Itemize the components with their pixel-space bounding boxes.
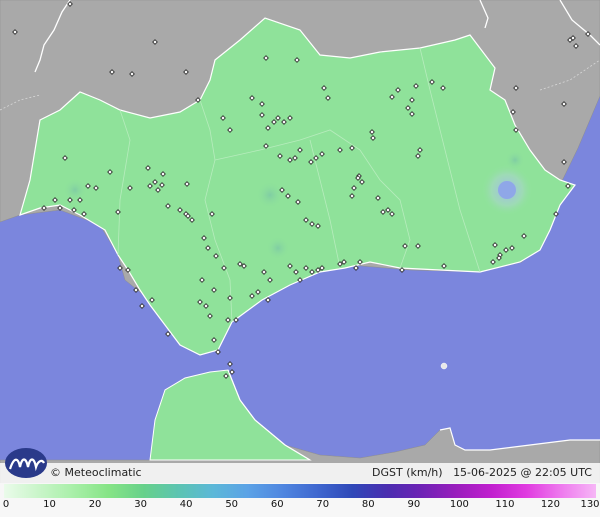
color-legend: 0 10 20 30 40 50 60 70 80 90 100 110 120 130 bbox=[0, 483, 600, 517]
datetime-label: 15-06-2025 @ 22:05 UTC bbox=[453, 466, 592, 479]
legend-tick-label: 80 bbox=[361, 499, 375, 510]
wind-gust-map bbox=[0, 0, 600, 517]
legend-tick-label: 0 bbox=[2, 499, 10, 510]
gust-hotspot bbox=[63, 178, 87, 202]
gust-hotspot bbox=[498, 181, 516, 199]
legend-tick-label: 130 bbox=[580, 499, 600, 510]
variable-label: DGST (km/h) bbox=[372, 466, 443, 479]
legend-tick-label: 110 bbox=[495, 499, 515, 510]
legend-color-scale bbox=[4, 484, 596, 498]
meteoclimatic-logo-icon bbox=[5, 448, 47, 478]
legend-tick-label: 20 bbox=[88, 499, 102, 510]
gust-hotspot bbox=[505, 150, 525, 170]
legend-tick-label: 40 bbox=[179, 499, 193, 510]
legend-tick-label: 60 bbox=[270, 499, 284, 510]
legend-tick-label: 30 bbox=[134, 499, 147, 510]
alboran-island bbox=[440, 362, 448, 370]
legend-tick-label: 90 bbox=[407, 499, 421, 510]
brand-name: Meteoclimatic bbox=[64, 466, 142, 479]
gust-hotspot bbox=[256, 181, 284, 209]
legend-tick-label: 70 bbox=[316, 499, 330, 510]
legend-tick-label: 50 bbox=[225, 499, 239, 510]
map-info: DGST (km/h) 15-06-2025 @ 22:05 UTC bbox=[372, 465, 592, 481]
brand-credit: © Meteoclimatic bbox=[50, 465, 142, 481]
legend-tick-label: 120 bbox=[540, 499, 560, 510]
legend-tick-label: 100 bbox=[449, 499, 469, 510]
copyright-symbol: © bbox=[50, 466, 61, 479]
gust-hotspot bbox=[266, 236, 290, 260]
legend-tick-label: 10 bbox=[43, 499, 56, 510]
